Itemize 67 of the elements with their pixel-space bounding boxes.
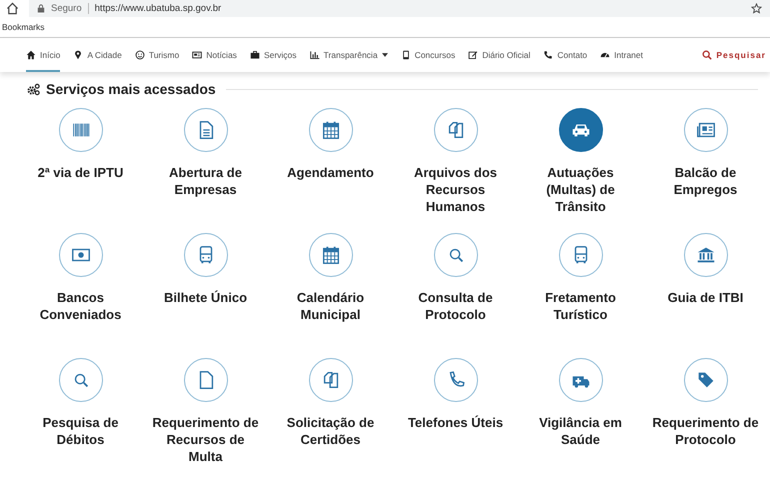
service-link[interactable]: Autuações (Multas) de Trânsito (518, 108, 643, 233)
service-label: Telefones Úteis (406, 414, 504, 431)
url-text: https://www.ubatuba.sp.gov.br (94, 3, 222, 14)
service-label: Abertura de Empresas (168, 164, 243, 198)
service-link[interactable]: Solicitação de Certidões (268, 358, 393, 477)
service-link[interactable]: 2ª via de IPTU (18, 108, 143, 233)
nav-link[interactable]: Início (26, 38, 60, 72)
service-label: Autuações (Multas) de Trânsito (545, 164, 616, 215)
lock-icon (37, 4, 45, 13)
nav-link[interactable]: Turismo (134, 38, 180, 72)
service-label: Requerimento de Recursos de Multa (151, 414, 260, 465)
service-link[interactable]: Telefones Úteis (393, 358, 518, 477)
service-label: Arquivos dos Recursos Humanos (412, 164, 498, 215)
phone-icon (543, 50, 554, 60)
service-link[interactable]: Requerimento de Protocolo (643, 358, 768, 477)
service-label: Bancos Conveniados (38, 289, 122, 323)
service-label: Agendamento (286, 164, 375, 181)
nav-link[interactable]: Transparência (310, 38, 388, 72)
nav-link[interactable]: Concursos (400, 38, 456, 72)
service-label: Calendário Municipal (296, 289, 366, 323)
service-link[interactable]: Fretamento Turístico (518, 233, 643, 358)
section-title: Serviços mais acessados (46, 81, 216, 97)
search-link[interactable]: Pesquisar (702, 50, 766, 60)
nav-link[interactable]: Diário Oficial (468, 38, 530, 72)
nav-link[interactable]: A Cidade (73, 38, 122, 72)
service-link[interactable]: Arquivos dos Recursos Humanos (393, 108, 518, 233)
service-link[interactable]: Agendamento (268, 108, 393, 233)
newspaper-icon (192, 50, 202, 60)
nav-link[interactable]: Serviços (250, 38, 297, 72)
service-link[interactable]: Vigilância em Saúde (518, 358, 643, 477)
service-link[interactable]: Calendário Municipal (268, 233, 393, 358)
service-label: Balcão de Empregos (672, 164, 738, 198)
address-bar[interactable]: Seguro https://www.ubatuba.sp.gov.br (29, 0, 770, 17)
service-link[interactable]: Abertura de Empresas (143, 108, 268, 233)
briefcase-icon (250, 50, 260, 60)
security-label: Seguro (51, 3, 89, 14)
nav-link[interactable]: Intranet (600, 38, 643, 72)
map-pin-icon (73, 50, 84, 60)
service-link[interactable]: Guia de ITBI (643, 233, 768, 358)
tablet-icon (400, 50, 411, 60)
service-label: Solicitação de Certidões (286, 414, 376, 448)
service-label: Fretamento Turístico (544, 289, 617, 323)
service-label: Consulta de Protocolo (417, 289, 494, 323)
service-label: Bilhete Único (162, 289, 248, 306)
service-label: Pesquisa de Débitos (42, 414, 120, 448)
bookmarks-label[interactable]: Bookmarks (0, 22, 45, 32)
smiley-icon (134, 50, 145, 60)
service-link[interactable]: Consulta de Protocolo (393, 233, 518, 358)
service-link[interactable]: Pesquisa de Débitos (18, 358, 143, 477)
edit-icon (468, 50, 478, 60)
service-label: Requerimento de Protocolo (651, 414, 760, 448)
service-link[interactable]: Bancos Conveniados (18, 233, 143, 358)
service-label: Guia de ITBI (666, 289, 744, 306)
nav-link[interactable]: Contato (543, 38, 588, 72)
service-link[interactable]: Requerimento de Recursos de Multa (143, 358, 268, 477)
bar-chart-icon (310, 50, 320, 60)
service-link[interactable]: Bilhete Único (143, 233, 268, 358)
gauge-icon (600, 50, 610, 60)
service-label: Vigilância em Saúde (538, 414, 623, 448)
search-icon (702, 50, 712, 60)
nav-link[interactable]: Notícias (192, 38, 237, 72)
service-label: 2ª via de IPTU (36, 164, 124, 181)
home-icon (26, 50, 36, 60)
star-icon[interactable] (751, 3, 762, 14)
home-icon[interactable] (6, 2, 19, 15)
service-link[interactable]: Balcão de Empregos (643, 108, 768, 233)
gears-icon (27, 82, 40, 96)
